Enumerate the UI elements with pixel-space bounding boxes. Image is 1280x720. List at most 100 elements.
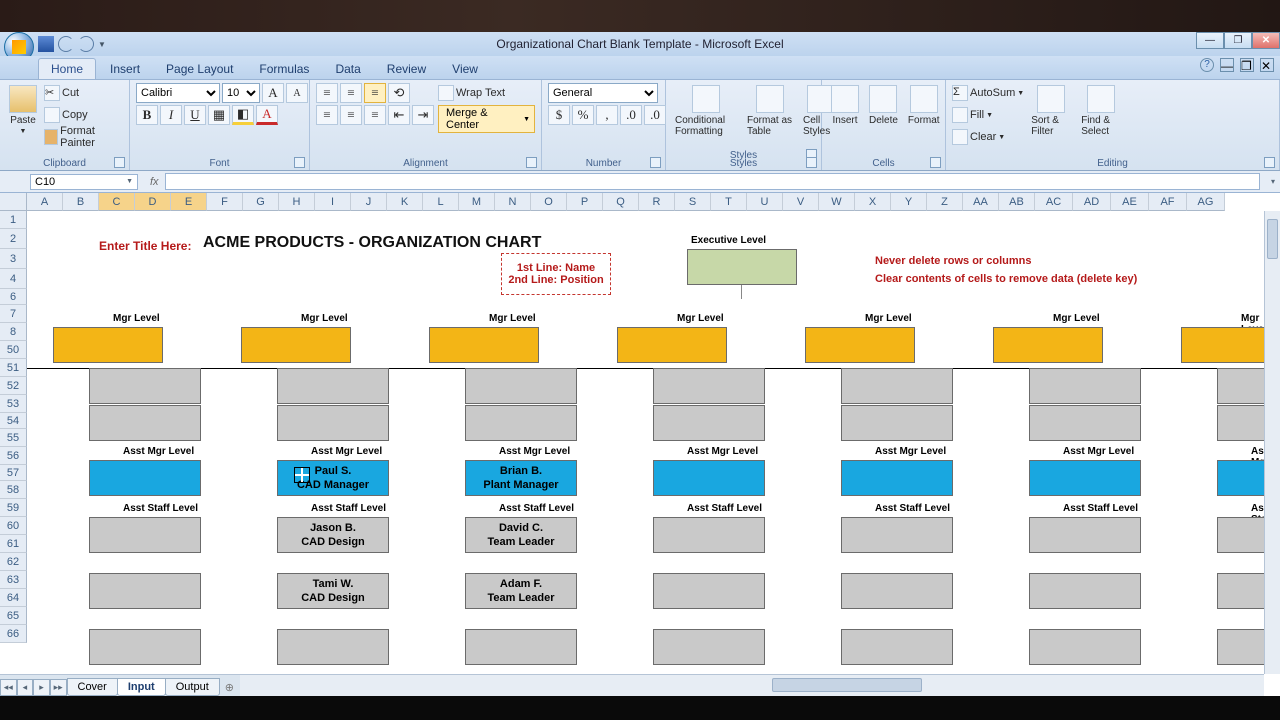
maximize-button[interactable]: ❐ [1224, 32, 1252, 49]
tab-nav-prev[interactable]: ◂ [17, 679, 34, 696]
col-header-P[interactable]: P [567, 193, 603, 211]
row-header-1[interactable]: 1 [0, 211, 27, 229]
currency-button[interactable]: $ [548, 105, 570, 125]
tab-page-layout[interactable]: Page Layout [154, 59, 245, 79]
org-box[interactable] [841, 368, 953, 404]
new-sheet-icon[interactable]: ⊕ [219, 679, 240, 696]
underline-button[interactable]: U [184, 105, 206, 125]
org-box[interactable] [465, 629, 577, 665]
chart-title[interactable]: ACME PRODUCTS - ORGANIZATION CHART [203, 234, 541, 252]
row-header-50[interactable]: 50 [0, 341, 27, 359]
fill-button[interactable]: Fill▼ [952, 105, 1024, 125]
org-box[interactable] [841, 405, 953, 441]
font-size-select[interactable]: 10 [222, 83, 260, 103]
shrink-font-button[interactable]: A [286, 83, 308, 103]
org-box[interactable]: Adam F.Team Leader [465, 573, 577, 609]
orientation-button[interactable]: ⟲ [388, 83, 410, 103]
row-header-52[interactable]: 52 [0, 377, 27, 395]
org-box[interactable] [89, 460, 201, 496]
autosum-button[interactable]: ΣAutoSum▼ [952, 83, 1024, 103]
fill-color-button[interactable]: ◧ [232, 105, 254, 125]
row-header-55[interactable]: 55 [0, 429, 27, 447]
help-icon[interactable]: ? [1200, 58, 1214, 72]
org-box[interactable] [1029, 405, 1141, 441]
org-box[interactable]: Jason B.CAD Design [277, 517, 389, 553]
grow-font-button[interactable]: A [262, 83, 284, 103]
row-header-59[interactable]: 59 [0, 499, 27, 517]
row-header-56[interactable]: 56 [0, 447, 27, 465]
col-header-V[interactable]: V [783, 193, 819, 211]
row-header-60[interactable]: 60 [0, 517, 27, 535]
col-header-X[interactable]: X [855, 193, 891, 211]
org-box[interactable] [1029, 629, 1141, 665]
col-header-E[interactable]: E [171, 193, 207, 211]
align-middle-button[interactable]: ≡ [340, 83, 362, 103]
sheet-tab-output[interactable]: Output [165, 678, 220, 696]
number-format-select[interactable]: General [548, 83, 658, 103]
col-header-T[interactable]: T [711, 193, 747, 211]
org-box[interactable] [841, 460, 953, 496]
align-left-button[interactable]: ≡ [316, 105, 338, 125]
col-header-H[interactable]: H [279, 193, 315, 211]
close-workbook-icon[interactable]: ✕ [1260, 58, 1274, 72]
col-header-C[interactable]: C [99, 193, 135, 211]
tab-nav-last[interactable]: ▸▸ [50, 679, 67, 696]
clear-button[interactable]: Clear▼ [952, 127, 1024, 147]
format-cells-button[interactable]: Format [905, 83, 943, 128]
org-box[interactable] [805, 327, 915, 363]
col-header-M[interactable]: M [459, 193, 495, 211]
row-header-7[interactable]: 7 [0, 305, 27, 323]
column-headers[interactable]: ABCDEFGHIJKLMNOPQRSTUVWXYZAAABACADAEAFAG [27, 193, 1225, 211]
row-header-53[interactable]: 53 [0, 395, 27, 413]
row-headers[interactable]: 1234678505152535455565758596061626364656… [0, 211, 27, 643]
org-box[interactable] [617, 327, 727, 363]
delete-cells-button[interactable]: Delete [866, 83, 901, 128]
row-header-3[interactable]: 3 [0, 249, 27, 269]
hscroll-thumb[interactable] [772, 678, 922, 692]
select-all-corner[interactable] [0, 193, 27, 211]
org-box[interactable] [465, 405, 577, 441]
col-header-F[interactable]: F [207, 193, 243, 211]
decrease-decimal-button[interactable]: .0 [644, 105, 666, 125]
col-header-U[interactable]: U [747, 193, 783, 211]
org-box[interactable]: David C.Team Leader [465, 517, 577, 553]
expand-formula-bar-icon[interactable]: ▾ [1266, 177, 1280, 186]
format-painter-button[interactable]: Format Painter [44, 127, 123, 147]
row-header-6[interactable]: 6 [0, 289, 27, 305]
col-header-Q[interactable]: Q [603, 193, 639, 211]
vscroll-thumb[interactable] [1267, 219, 1278, 259]
fx-icon[interactable]: fx [150, 176, 159, 188]
tab-nav-next[interactable]: ▸ [33, 679, 50, 696]
org-box[interactable]: Paul S.CAD Manager [277, 460, 389, 496]
org-box[interactable] [993, 327, 1103, 363]
close-button[interactable]: ✕ [1252, 32, 1280, 49]
col-header-AE[interactable]: AE [1111, 193, 1149, 211]
align-right-button[interactable]: ≡ [364, 105, 386, 125]
font-name-select[interactable]: Calibri [136, 83, 220, 103]
org-box[interactable] [89, 368, 201, 404]
col-header-Y[interactable]: Y [891, 193, 927, 211]
row-header-2[interactable]: 2 [0, 229, 27, 249]
vertical-scrollbar[interactable] [1264, 211, 1280, 674]
sheet-tab-input[interactable]: Input [117, 678, 166, 696]
insert-cells-button[interactable]: Insert [828, 83, 862, 128]
bold-button[interactable]: B [136, 105, 158, 125]
org-box[interactable] [841, 517, 953, 553]
restore-window-icon[interactable]: ❐ [1240, 58, 1254, 72]
find-select-button[interactable]: Find & Select [1078, 83, 1124, 139]
col-header-AF[interactable]: AF [1149, 193, 1187, 211]
org-box[interactable] [53, 327, 163, 363]
org-box[interactable] [89, 405, 201, 441]
org-box[interactable] [841, 629, 953, 665]
tab-data[interactable]: Data [323, 59, 372, 79]
tab-home[interactable]: Home [38, 58, 96, 79]
org-box[interactable] [241, 327, 351, 363]
horizontal-scrollbar[interactable] [240, 674, 1264, 696]
formula-bar[interactable] [165, 173, 1260, 190]
col-header-R[interactable]: R [639, 193, 675, 211]
org-box[interactable] [1029, 460, 1141, 496]
italic-button[interactable]: I [160, 105, 182, 125]
row-header-54[interactable]: 54 [0, 413, 27, 429]
org-box[interactable] [653, 573, 765, 609]
org-box[interactable]: Tami W.CAD Design [277, 573, 389, 609]
